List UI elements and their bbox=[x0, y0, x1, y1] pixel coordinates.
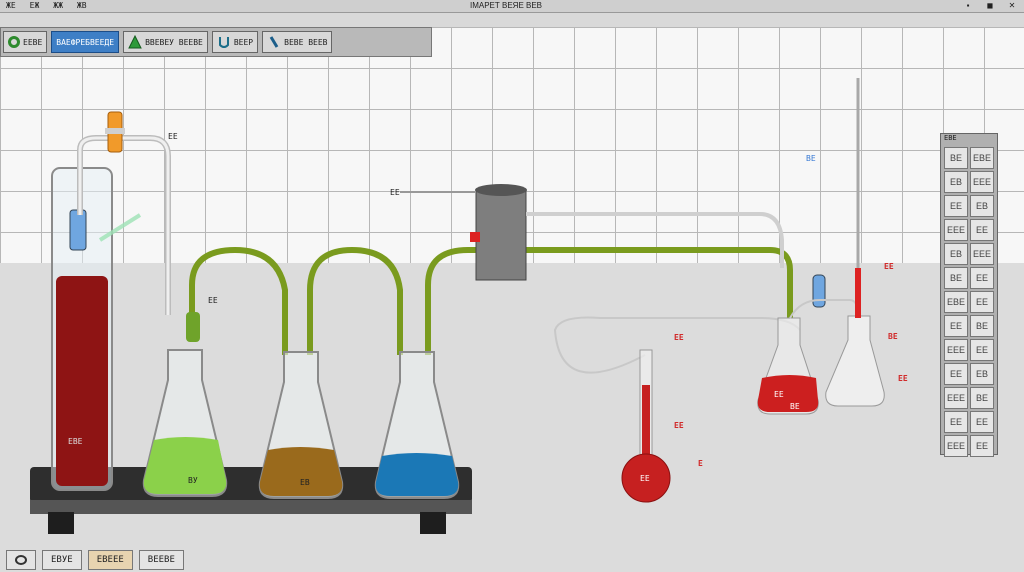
palette-item[interactable]: ЕЕ bbox=[944, 363, 968, 385]
palette-item[interactable]: ВЕ bbox=[944, 147, 968, 169]
palette-item[interactable]: ЕВЕ bbox=[944, 291, 968, 313]
status-label-2: ЕВУЕ bbox=[51, 555, 73, 565]
palette-item[interactable]: ВЕ bbox=[970, 315, 994, 337]
palette-item[interactable]: ЕЕ bbox=[970, 291, 994, 313]
flask-red-sublabel: ВЕ bbox=[790, 402, 800, 411]
tube-tag: ЕЕ bbox=[168, 132, 178, 141]
palette-item[interactable]: ЕЕ bbox=[944, 411, 968, 433]
palette-item[interactable]: ЕВ bbox=[970, 363, 994, 385]
palette-item[interactable]: ЕЕ bbox=[970, 411, 994, 433]
vessel-tag: ЕЕ bbox=[390, 188, 400, 197]
palette-item[interactable]: ЕЕЕ bbox=[944, 219, 968, 241]
palette-item[interactable]: ЕЕЕ bbox=[970, 171, 994, 193]
palette-item[interactable]: ВЕ bbox=[944, 267, 968, 289]
red-tag-2: ВЕ bbox=[888, 332, 898, 341]
status-label-4: ВЕЕВЕ bbox=[147, 555, 175, 565]
ring-icon bbox=[15, 555, 27, 565]
flask-green-label: ВУ bbox=[188, 476, 198, 485]
status-button-2[interactable]: ЕВУЕ bbox=[42, 550, 82, 570]
drip-tip bbox=[186, 312, 200, 342]
blue-tag: ВЕ bbox=[806, 154, 816, 163]
palette-item[interactable]: ЕВ bbox=[970, 195, 994, 217]
palette-item[interactable]: ЕЕ bbox=[970, 339, 994, 361]
tube-red-tag-1: ЕЕ bbox=[674, 333, 684, 342]
blue-stopper bbox=[812, 274, 826, 308]
status-label-3: ЕВЕЕЕ bbox=[96, 555, 124, 565]
palette-item[interactable]: ЕЕЕ bbox=[944, 339, 968, 361]
clamp-tag: ЕЕ bbox=[208, 296, 218, 305]
palette-item[interactable]: ЕЕ bbox=[944, 315, 968, 337]
stopcock-clamp[interactable] bbox=[105, 111, 125, 153]
palette-title: ЕВЕ bbox=[944, 134, 957, 142]
palette-item[interactable]: ЕЕ bbox=[970, 219, 994, 241]
round-flask-label: ЕЕ bbox=[640, 474, 650, 483]
hose bbox=[553, 316, 801, 374]
red-tag-3: ЕЕ bbox=[898, 374, 908, 383]
status-button-3[interactable]: ЕВЕЕЕ bbox=[87, 550, 133, 570]
status-button-ring[interactable] bbox=[6, 550, 36, 570]
flask-red[interactable] bbox=[757, 317, 819, 415]
palette-item[interactable]: ВЕ bbox=[970, 387, 994, 409]
equipment-palette: ЕВЕ ВЕ ЕВЕ ЕВ ЕЕЕ ЕЕ ЕВ ЕЕЕ ЕЕ ЕВ ЕЕЕ ВЕ… bbox=[940, 133, 998, 457]
cylinder-label: ЕВЕ bbox=[68, 437, 83, 446]
palette-grid: ВЕ ЕВЕ ЕВ ЕЕЕ ЕЕ ЕВ ЕЕЕ ЕЕ ЕВ ЕЕЕ ВЕ ЕЕ … bbox=[941, 144, 997, 460]
flask-blue[interactable] bbox=[374, 351, 460, 499]
palette-item[interactable]: ЕЕ bbox=[970, 435, 994, 457]
tube-red-tag-3: Е bbox=[698, 459, 703, 468]
red-tag-1: ЕЕ bbox=[884, 262, 894, 271]
flask-empty[interactable] bbox=[825, 315, 885, 407]
tube-red-tag-2: ЕЕ bbox=[674, 421, 684, 430]
palette-item[interactable]: ЕЕЕ bbox=[970, 243, 994, 265]
flask-brown[interactable] bbox=[258, 351, 344, 499]
burette[interactable] bbox=[855, 78, 861, 318]
palette-item[interactable]: ЕЕ bbox=[944, 195, 968, 217]
palette-item[interactable]: ЕВ bbox=[944, 243, 968, 265]
metal-vessel[interactable] bbox=[400, 184, 527, 281]
lab-scene bbox=[30, 78, 885, 534]
palette-item[interactable]: ЕВЕ bbox=[970, 147, 994, 169]
palette-item[interactable]: ЕЕЕ bbox=[944, 435, 968, 457]
status-button-4[interactable]: ВЕЕВЕ bbox=[138, 550, 184, 570]
palette-item[interactable]: ЕЕ bbox=[970, 267, 994, 289]
palette-item[interactable]: ЕЕЕ bbox=[944, 387, 968, 409]
flask-green[interactable] bbox=[142, 349, 228, 497]
flask-brown-label: ЕВ bbox=[300, 478, 310, 487]
status-bar: ЕВУЕ ЕВЕЕЕ ВЕЕВЕ bbox=[0, 548, 1024, 572]
glass-line bbox=[526, 212, 784, 268]
flask-red-label: ЕЕ bbox=[774, 390, 784, 399]
palette-item[interactable]: ЕВ bbox=[944, 171, 968, 193]
